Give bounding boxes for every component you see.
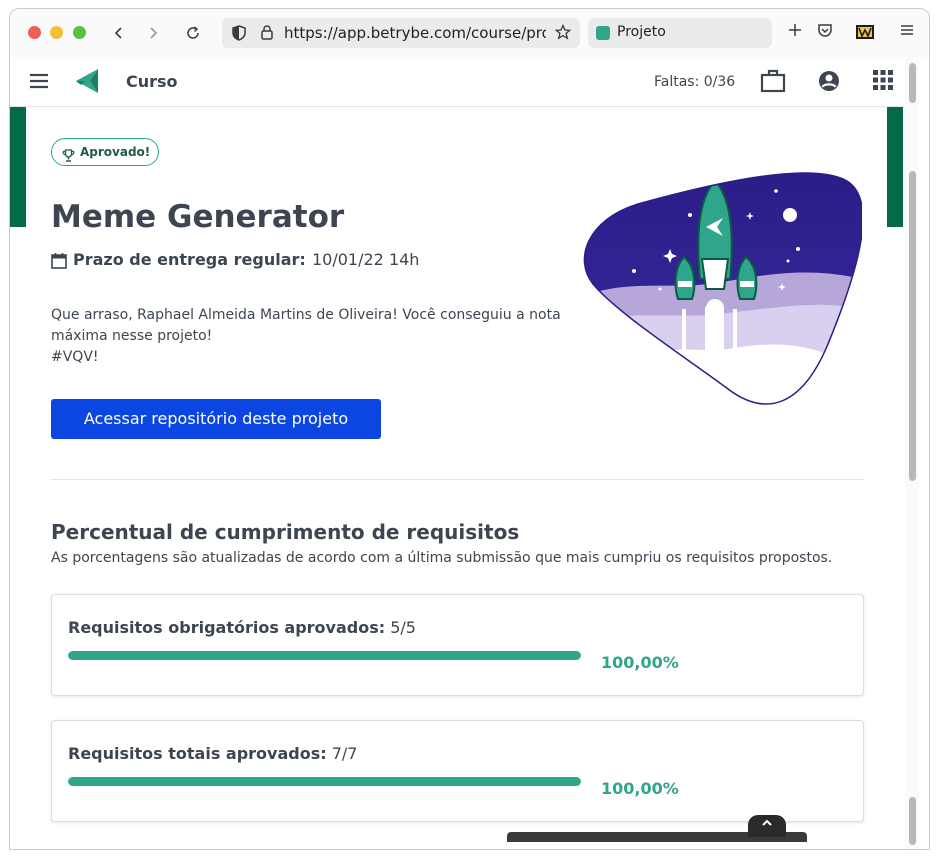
apps-grid-icon[interactable]	[872, 69, 894, 95]
req-label-value: 5/5	[390, 618, 416, 637]
reload-icon[interactable]	[181, 21, 205, 45]
requirements-title: Percentual de cumprimento de requisitos	[51, 520, 520, 544]
deadline-value: 10/01/22 14h	[312, 250, 420, 269]
progress-bar	[68, 651, 581, 660]
browser-window: https://app.betrybe.com/course/proje Pro…	[9, 8, 930, 850]
extension-icon[interactable]	[856, 24, 874, 43]
req-label-value: 7/7	[331, 744, 358, 763]
scrollbar-track-top	[909, 63, 916, 103]
briefcase-icon[interactable]	[760, 69, 786, 97]
deadline-label: Prazo de entrega regular:	[73, 250, 306, 269]
browser-toolbar: https://app.betrybe.com/course/proje Pro…	[10, 9, 929, 57]
total-requirements-label: Requisitos totais aprovados: 7/7	[68, 744, 357, 763]
absences-counter: Faltas: 0/36	[654, 74, 736, 90]
tab-title: Projeto	[617, 24, 666, 40]
trybe-logo-icon[interactable]	[73, 67, 101, 99]
approved-badge: Aprovado!	[51, 138, 160, 166]
progress-fill	[68, 777, 581, 786]
scrollbar-track-bottom	[909, 797, 916, 845]
progress-percent: 100,00%	[601, 653, 679, 672]
url-text[interactable]: https://app.betrybe.com/course/proje	[284, 24, 546, 42]
maximize-window-button[interactable]	[73, 26, 86, 39]
close-window-button[interactable]	[28, 26, 41, 39]
requirements-subtitle: As porcentagens são atualizadas de acord…	[51, 550, 833, 566]
hamburger-menu-icon[interactable]	[29, 73, 49, 93]
trophy-icon	[62, 145, 75, 171]
scrollbar-thumb[interactable]	[909, 171, 916, 481]
mandatory-requirements-card: Requisitos obrigatórios aprovados: 5/5 1…	[51, 594, 864, 696]
mandatory-requirements-label: Requisitos obrigatórios aprovados: 5/5	[68, 618, 416, 637]
pocket-icon[interactable]	[817, 22, 833, 42]
congrats-text: Que arraso, Raphael Almeida Martins de O…	[51, 307, 561, 344]
total-requirements-card: Requisitos totais aprovados: 7/7 100,00%	[51, 720, 864, 822]
progress-percent: 100,00%	[601, 779, 679, 798]
chevron-up-icon	[762, 819, 772, 826]
project-card: Aprovado! Meme Generator Prazo de entreg…	[26, 107, 887, 849]
app-header: Curso Faltas: 0/36	[10, 57, 919, 107]
tracking-shield-icon[interactable]	[232, 25, 246, 45]
req-label-text: Requisitos totais aprovados:	[68, 744, 327, 763]
tab-projeto[interactable]: Projeto	[588, 18, 772, 48]
bookmark-star-icon[interactable]	[554, 23, 572, 44]
rocket-illustration	[583, 172, 862, 405]
page-scrollbar[interactable]	[905, 57, 919, 849]
lock-icon[interactable]	[260, 24, 274, 44]
page-content: Aprovado! Meme Generator Prazo de entreg…	[10, 107, 919, 849]
back-icon[interactable]	[107, 21, 131, 45]
course-label[interactable]: Curso	[126, 72, 178, 91]
calendar-icon	[51, 252, 67, 273]
badge-label: Aprovado!	[80, 145, 151, 159]
section-divider	[51, 479, 864, 480]
scroll-to-top-button[interactable]	[748, 815, 786, 837]
forward-icon[interactable]	[141, 21, 165, 45]
decorative-band	[887, 107, 903, 227]
minimize-window-button[interactable]	[50, 26, 63, 39]
trybe-favicon-icon	[596, 26, 610, 40]
menu-icon[interactable]	[899, 22, 915, 42]
decorative-band	[10, 107, 26, 227]
new-tab-icon[interactable]	[787, 22, 803, 42]
congrats-hashtag: #VQV!	[51, 349, 99, 365]
repository-button[interactable]: Acessar repositório deste projeto	[51, 399, 381, 439]
congrats-message: Que arraso, Raphael Almeida Martins de O…	[51, 305, 571, 368]
req-label-text: Requisitos obrigatórios aprovados:	[68, 618, 386, 637]
progress-fill	[68, 651, 581, 660]
progress-bar	[68, 777, 581, 786]
profile-icon[interactable]	[817, 69, 841, 97]
project-title: Meme Generator	[51, 199, 345, 235]
address-bar[interactable]: https://app.betrybe.com/course/proje	[222, 18, 580, 48]
